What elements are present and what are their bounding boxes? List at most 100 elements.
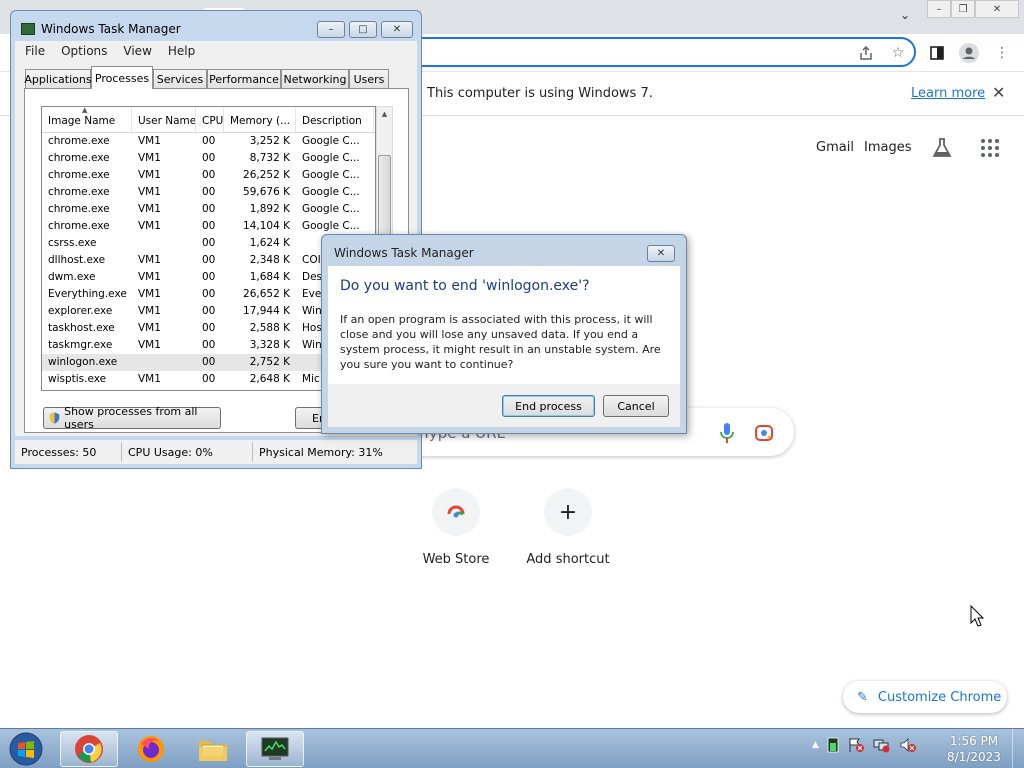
show-all-label: Show processes from all users (64, 405, 198, 431)
menu-bar: File Options View Help (15, 41, 417, 61)
menu-view[interactable]: View (123, 44, 151, 58)
column-image-name[interactable]: Image Name ▲ (42, 107, 132, 133)
mouse-cursor-icon (970, 604, 985, 630)
menu-kebab-icon[interactable]: ⋮ (991, 42, 1013, 64)
profile-avatar-icon[interactable] (958, 42, 980, 64)
action-center-flag-icon[interactable] (847, 737, 865, 753)
clock-time: 1:56 PM (949, 734, 999, 748)
shortcut-web-store[interactable]: Web Store (400, 488, 512, 578)
show-hidden-icons-arrow-icon[interactable]: ▲ (812, 740, 819, 750)
show-desktop-button[interactable] (1012, 729, 1024, 768)
cell-user (132, 235, 196, 252)
sort-arrow-icon: ▲ (82, 107, 88, 114)
column-label: Image Name (48, 115, 116, 127)
clock[interactable]: 1:56 PM 8/1/2023 (942, 733, 1006, 765)
start-button[interactable] (6, 732, 46, 766)
close-button[interactable]: ✕ (975, 0, 1019, 18)
cell-mem: 1,684 K (249, 271, 290, 283)
tab-networking[interactable]: Networking (281, 69, 349, 88)
table-row[interactable]: chrome.exe VM1 00 14,104 K Google C... (42, 218, 375, 235)
windows-logo-icon (9, 732, 43, 766)
taskbar-task-manager-button[interactable] (246, 731, 304, 767)
status-memory: Physical Memory: 31% (259, 446, 383, 459)
cell-name: taskmgr.exe (48, 339, 113, 351)
maximize-button[interactable]: □ (349, 21, 377, 38)
cell-desc: Google C... (302, 186, 360, 198)
voice-search-icon[interactable] (719, 422, 735, 444)
taskbar-explorer-button[interactable] (184, 731, 242, 767)
firefox-icon (138, 736, 164, 762)
images-link[interactable]: Images (864, 140, 912, 155)
share-icon[interactable] (855, 42, 877, 64)
tab-users[interactable]: Users (349, 69, 389, 88)
table-row[interactable]: chrome.exe VM1 00 3,252 K Google C... (42, 133, 375, 150)
minimize-button[interactable]: – (927, 0, 951, 18)
menu-file[interactable]: File (25, 44, 45, 58)
scrollbar-thumb[interactable] (378, 155, 391, 237)
close-icon[interactable]: ✕ (992, 83, 1005, 102)
tab-performance[interactable]: Performance (207, 69, 281, 88)
cancel-button[interactable]: Cancel (603, 395, 669, 417)
task-manager-tray-icon[interactable] (827, 737, 839, 753)
volume-muted-icon[interactable] (899, 737, 917, 753)
gmail-link[interactable]: Gmail (816, 140, 854, 155)
cell-cpu: 00 (202, 135, 216, 147)
column-memory[interactable]: Memory (... (224, 107, 296, 133)
table-row[interactable]: chrome.exe VM1 00 26,252 K Google C... (42, 167, 375, 184)
tab-processes[interactable]: Processes (91, 66, 153, 89)
cell-name: dllhost.exe (48, 254, 106, 266)
shortcut-label: Web Store (422, 552, 490, 567)
labs-flask-icon[interactable] (930, 136, 954, 160)
cell-mem: 3,252 K (249, 135, 290, 147)
side-panel-icon[interactable] (926, 42, 948, 64)
menu-help[interactable]: Help (168, 44, 195, 58)
cell-mem: 2,588 K (249, 322, 290, 334)
close-button[interactable]: ✕ (647, 245, 675, 262)
cell-desc: Google C... (302, 203, 360, 215)
cell-user: VM1 (138, 169, 161, 181)
cell-name: chrome.exe (48, 220, 110, 232)
infobar-text: This computer is using Windows 7. (427, 86, 653, 101)
dialog-heading: Do you want to end 'winlogon.exe'? (340, 278, 590, 294)
google-lens-icon[interactable] (754, 423, 774, 443)
address-bar[interactable] (380, 37, 916, 67)
end-process-confirm-button[interactable]: End process (502, 395, 595, 417)
restore-button[interactable]: ❐ (951, 0, 975, 18)
cell-cpu: 00 (202, 271, 216, 283)
taskbar-chrome-button[interactable] (60, 731, 118, 767)
uac-shield-icon (49, 412, 60, 424)
cell-mem: 59,676 K (243, 186, 290, 198)
close-button[interactable]: ✕ (381, 21, 413, 38)
cell-name: chrome.exe (48, 186, 110, 198)
task-manager-app-icon (21, 23, 35, 35)
pencil-icon: ✎ (857, 689, 868, 705)
cell-name: explorer.exe (48, 305, 113, 317)
minimize-button[interactable]: – (317, 21, 345, 38)
network-icon[interactable] (873, 737, 891, 753)
taskbar-firefox-button[interactable] (122, 731, 180, 767)
customize-chrome-button[interactable]: ✎ Customize Chrome (843, 681, 1007, 713)
tab-applications[interactable]: Applications (24, 69, 92, 88)
cell-name: chrome.exe (48, 169, 110, 181)
scroll-up-arrow-icon[interactable]: ▲ (377, 107, 392, 121)
clock-date: 8/1/2023 (947, 750, 1001, 764)
cell-mem: 26,652 K (243, 288, 290, 300)
cell-user (132, 354, 196, 371)
table-row[interactable]: chrome.exe VM1 00 59,676 K Google C... (42, 184, 375, 201)
column-user-name[interactable]: User Name (132, 107, 196, 133)
tab-search-icon[interactable]: ⌄ (896, 8, 914, 26)
show-all-processes-button[interactable]: Show processes from all users (43, 405, 221, 431)
shortcut-add[interactable]: + Add shortcut (512, 488, 624, 578)
column-description[interactable]: Description (296, 107, 374, 133)
bookmark-star-icon[interactable]: ☆ (887, 42, 909, 64)
table-row[interactable]: chrome.exe VM1 00 8,732 K Google C... (42, 150, 375, 167)
column-cpu[interactable]: CPU (196, 107, 224, 133)
google-apps-icon[interactable] (981, 139, 999, 157)
cell-cpu: 00 (202, 220, 216, 232)
learn-more-link[interactable]: Learn more (911, 86, 985, 101)
cell-mem: 2,348 K (249, 254, 290, 266)
chrome-icon (75, 735, 103, 763)
table-row[interactable]: chrome.exe VM1 00 1,892 K Google C... (42, 201, 375, 218)
menu-options[interactable]: Options (61, 44, 107, 58)
tab-services[interactable]: Services (153, 69, 207, 88)
